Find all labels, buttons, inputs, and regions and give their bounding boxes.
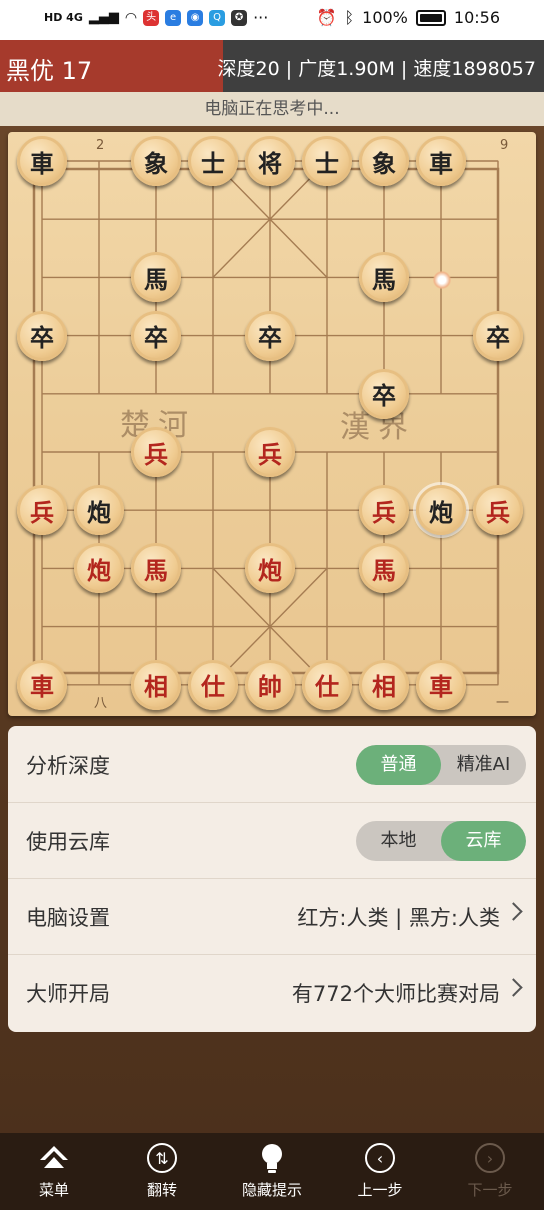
piece-red[interactable]: 仕: [188, 659, 238, 710]
battery-percent: 100%: [362, 8, 408, 27]
bluetooth-icon: ᛒ: [344, 8, 355, 27]
move-hint-marker[interactable]: [433, 271, 451, 289]
network-indicator: HD 4G: [44, 11, 83, 24]
cloud-toggle: 本地 云库: [356, 821, 526, 861]
piece-red[interactable]: 車: [416, 659, 466, 710]
file-number-top-2: 2: [96, 138, 105, 153]
computer-settings-value: 红方:人类 | 黑方:人类: [297, 906, 500, 930]
master-opening-value: 有772个大师比赛对局: [291, 982, 500, 1006]
piece-red[interactable]: 仕: [302, 659, 352, 710]
evaluation-text: 黑优 17: [6, 57, 93, 85]
search-app-icon: Q: [209, 9, 226, 26]
browser-app-icon: e: [165, 9, 182, 26]
piece-black[interactable]: 士: [302, 136, 352, 186]
piece-red[interactable]: 兵: [359, 485, 409, 536]
nav-flip-button[interactable]: ⇅ 翻转: [112, 1141, 212, 1200]
master-opening-row[interactable]: 大师开局 有772个大师比赛对局: [8, 954, 536, 1030]
piece-red[interactable]: 車: [17, 659, 67, 710]
menu-icon: [37, 1141, 71, 1175]
piece-red[interactable]: 兵: [245, 427, 295, 477]
status-icons-right: ⏰ ᛒ 100% 10:56: [317, 8, 500, 27]
piece-black[interactable]: 卒: [245, 310, 295, 361]
bulb-icon: [255, 1141, 289, 1175]
file-number-top-9: 9: [500, 138, 509, 153]
wifi-icon: ◠: [124, 9, 138, 26]
piece-red[interactable]: 相: [131, 659, 181, 710]
master-opening-label: 大师开局: [26, 982, 110, 1006]
chess-board[interactable]: 2 9 八 一 楚河 漢界 車象士将士象車馬馬卒卒卒卒卒兵兵兵炮兵炮兵炮馬炮馬車…: [8, 132, 536, 716]
file-number-bottom-1: 一: [496, 696, 510, 711]
piece-black[interactable]: 炮: [416, 485, 466, 536]
chevron-right-icon: [504, 902, 523, 921]
settings-panel: 分析深度 普通 精准AI 使用云库 本地 云库 电脑设置 红方:人类 | 黑方:…: [8, 726, 536, 1032]
piece-red[interactable]: 帥: [245, 659, 295, 710]
chevron-right-icon: [504, 978, 523, 997]
piece-black[interactable]: 卒: [473, 310, 523, 361]
bulb-app-icon: ◉: [187, 9, 204, 26]
piece-black[interactable]: 象: [359, 136, 409, 186]
clock: 10:56: [453, 8, 500, 27]
cloud-row: 使用云库 本地 云库: [8, 802, 536, 879]
piece-red[interactable]: 兵: [17, 485, 67, 536]
status-bar: HD 4G ▂▄▆ ◠ 头 e ◉ Q ✪ ··· ⏰ ᛒ 100% 10:56: [0, 0, 544, 40]
news-app-icon: 头: [143, 9, 160, 26]
signal-icon: ▂▄▆: [88, 10, 119, 25]
piece-black[interactable]: 将: [245, 136, 295, 186]
nav-hide-hint-label: 隐藏提示: [241, 1181, 302, 1199]
status-icons-left: HD 4G ▂▄▆ ◠ 头 e ◉ Q ✪ ···: [44, 8, 268, 27]
piece-red[interactable]: 兵: [473, 485, 523, 536]
game-app-icon: ✪: [231, 9, 248, 26]
file-number-bottom-8: 八: [94, 696, 108, 711]
more-icon: ···: [253, 8, 269, 27]
piece-black[interactable]: 象: [131, 136, 181, 186]
cloud-option-local[interactable]: 本地: [356, 821, 441, 861]
engine-stats: 深度20 | 广度1.90M | 速度1898057: [217, 58, 536, 80]
nav-menu-button[interactable]: 菜单: [4, 1141, 104, 1200]
nav-menu-label: 菜单: [38, 1181, 69, 1199]
piece-black[interactable]: 炮: [74, 485, 124, 536]
cloud-label: 使用云库: [26, 830, 110, 854]
piece-black[interactable]: 卒: [359, 368, 409, 419]
nav-undo-button[interactable]: ‹ 上一步: [330, 1141, 430, 1200]
nav-redo-label: 下一步: [467, 1181, 513, 1199]
depth-option-normal[interactable]: 普通: [356, 745, 441, 785]
undo-icon: ‹: [363, 1141, 397, 1175]
piece-black[interactable]: 車: [416, 136, 466, 186]
depth-label: 分析深度: [26, 754, 110, 778]
board-grid: [32, 160, 500, 686]
nav-hide-hint-button[interactable]: 隐藏提示: [222, 1141, 322, 1200]
nav-redo-button[interactable]: › 下一步: [440, 1141, 540, 1200]
thinking-status: 电脑正在思考中...: [0, 92, 544, 126]
piece-red[interactable]: 兵: [131, 427, 181, 477]
computer-settings-label: 电脑设置: [26, 906, 110, 930]
nav-flip-label: 翻转: [146, 1181, 177, 1199]
piece-black[interactable]: 士: [188, 136, 238, 186]
depth-row: 分析深度 普通 精准AI: [8, 726, 536, 803]
redo-icon: ›: [473, 1141, 507, 1175]
cloud-option-cloud[interactable]: 云库: [441, 821, 526, 861]
piece-black[interactable]: 卒: [131, 310, 181, 361]
bottom-nav: 菜单 ⇅ 翻转 隐藏提示 ‹ 上一步 › 下一步: [0, 1133, 544, 1210]
piece-black[interactable]: 車: [17, 136, 67, 186]
piece-red[interactable]: 相: [359, 659, 409, 710]
alarm-icon: ⏰: [316, 8, 337, 27]
engine-bar: 黑优 17 深度20 | 广度1.90M | 速度1898057: [0, 40, 544, 92]
depth-option-precise-ai[interactable]: 精准AI: [441, 745, 526, 785]
flip-icon: ⇅: [145, 1141, 179, 1175]
computer-settings-row[interactable]: 电脑设置 红方:人类 | 黑方:人类: [8, 878, 536, 955]
piece-black[interactable]: 卒: [17, 310, 67, 361]
battery-icon: [415, 9, 446, 26]
depth-toggle: 普通 精准AI: [356, 745, 526, 785]
nav-undo-label: 上一步: [357, 1181, 403, 1199]
